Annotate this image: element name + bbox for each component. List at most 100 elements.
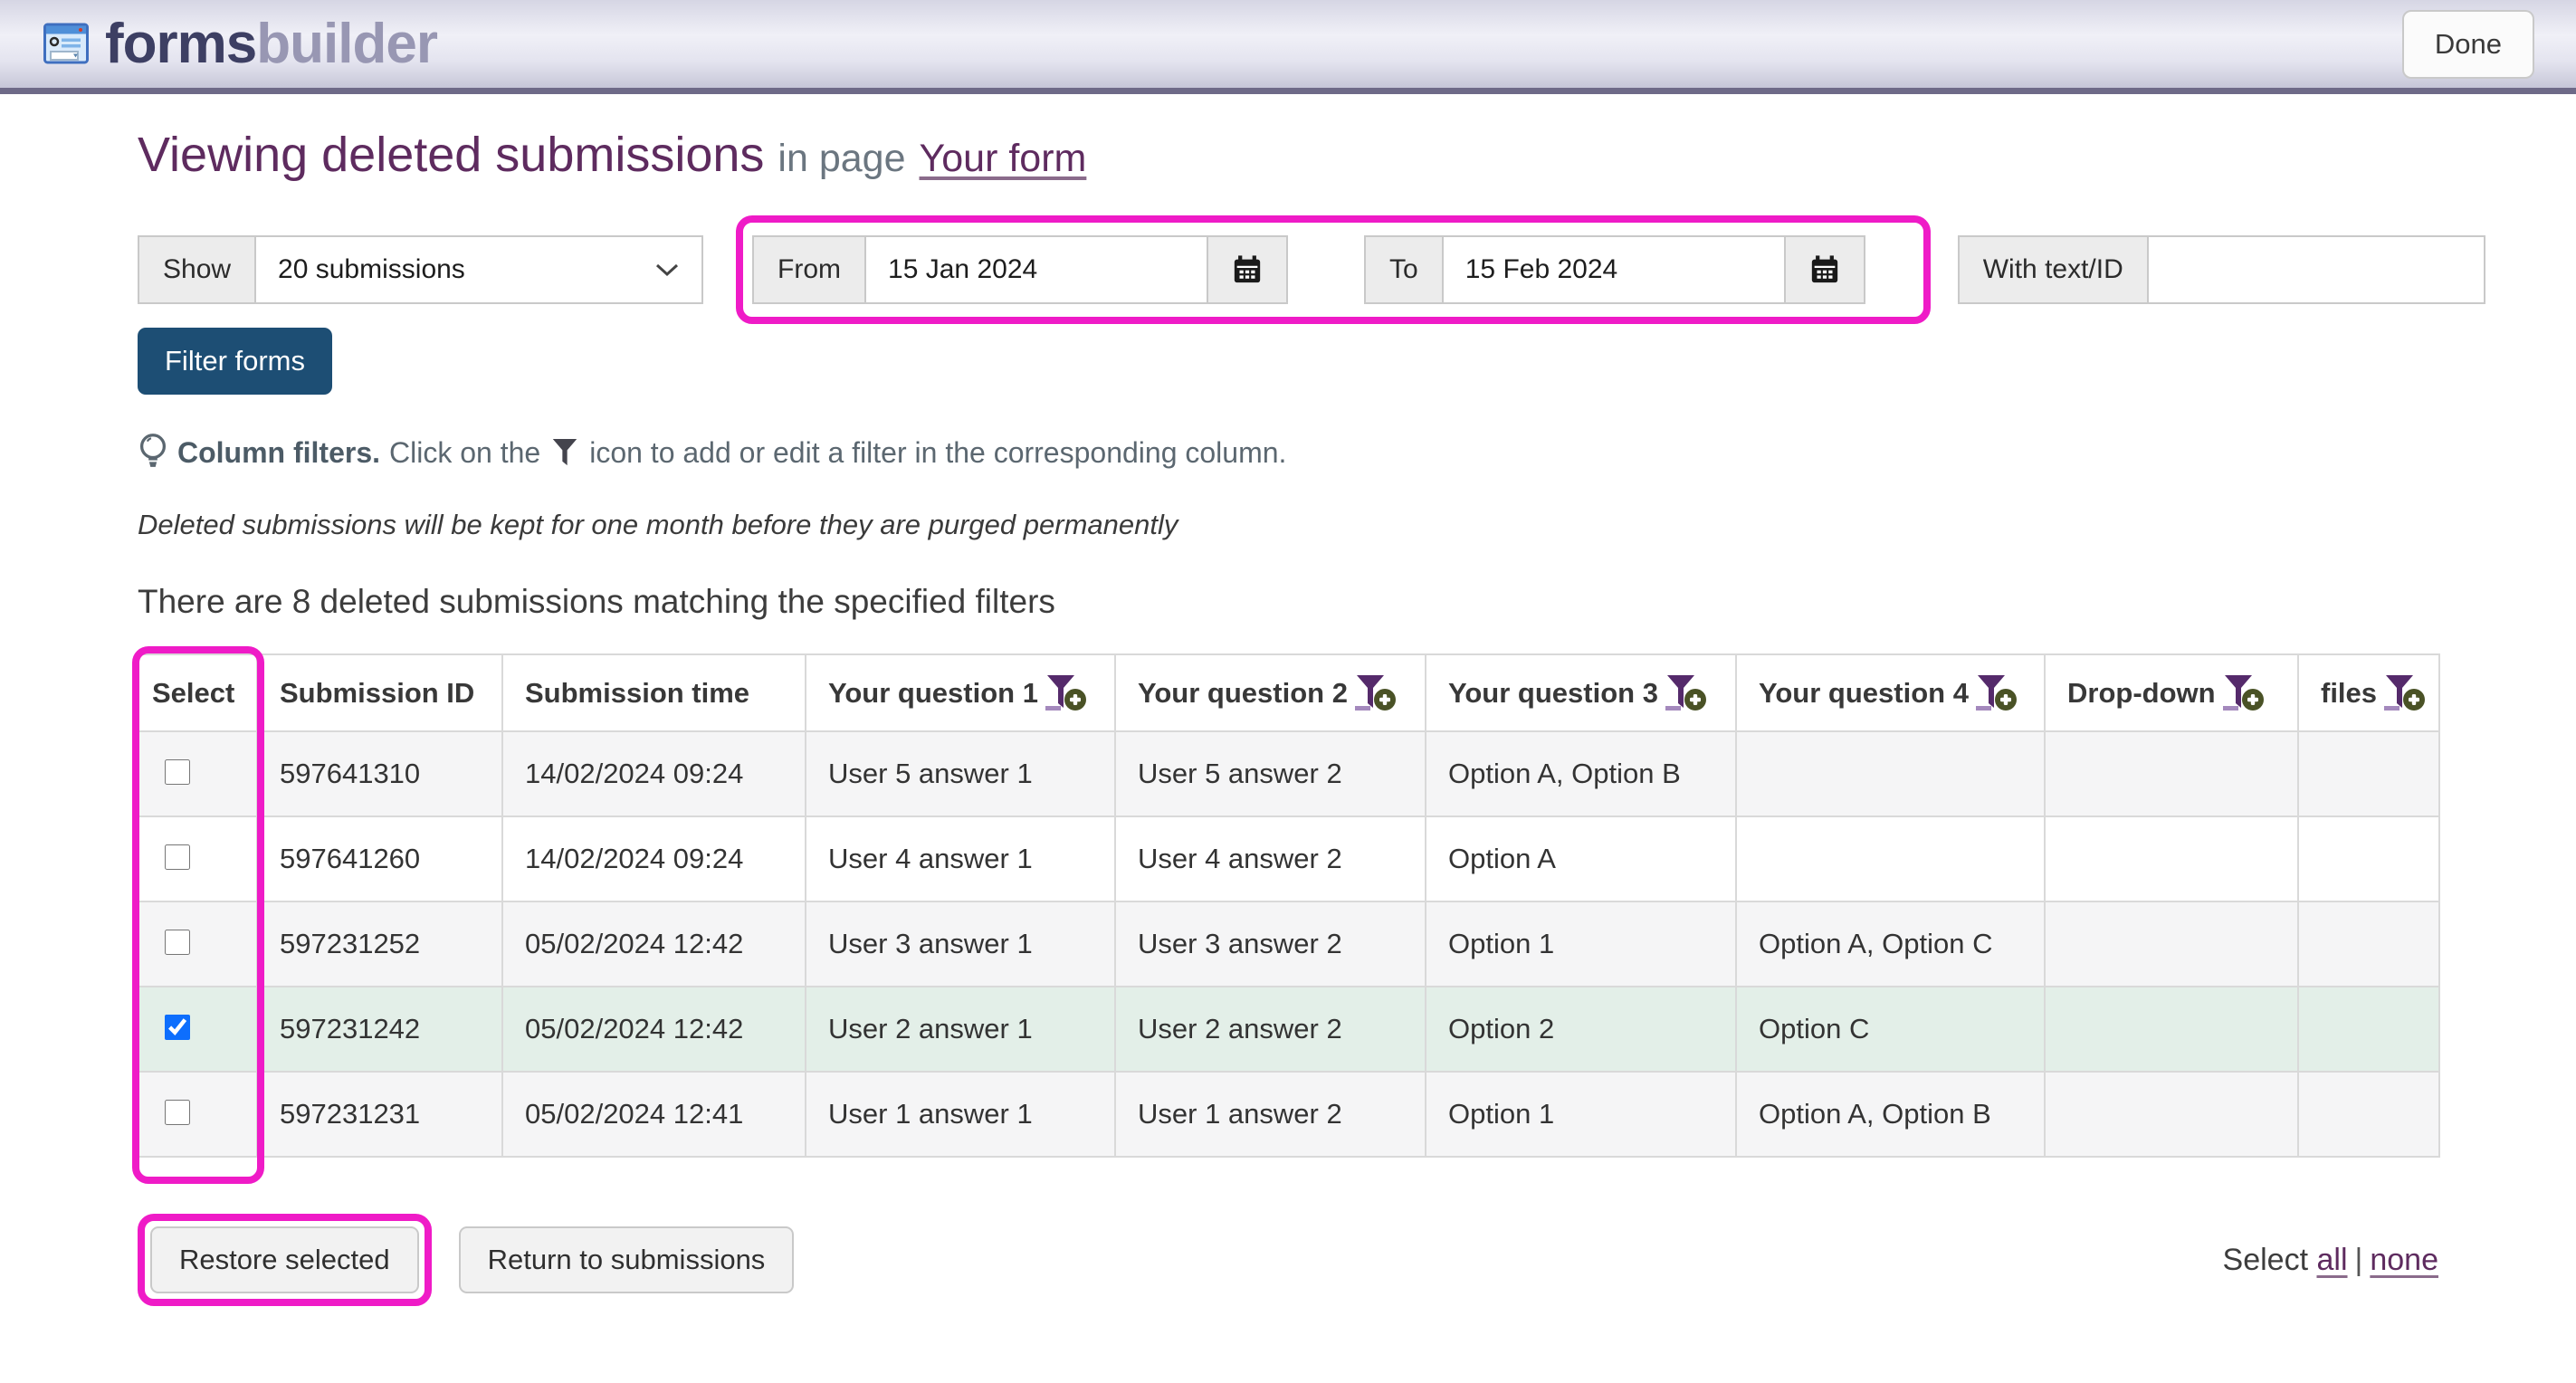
filter-add-icon[interactable]: [2384, 674, 2426, 712]
show-group: Show 20 submissions: [138, 235, 703, 304]
from-date-group: From: [752, 235, 1288, 304]
dropdown-cell: [2045, 816, 2298, 901]
submission-time-cell: 05/02/2024 12:41: [502, 1072, 806, 1157]
from-label: From: [752, 235, 864, 304]
results-count: There are 8 deleted submissions matching…: [138, 583, 2438, 621]
formsbuilder-logo: formsbuilder: [43, 12, 437, 76]
to-calendar-button[interactable]: [1786, 235, 1865, 304]
to-date-input[interactable]: [1442, 235, 1786, 304]
question-4-cell: Option A, Option C: [1736, 901, 2045, 987]
filter-row: Show 20 submissions From: [138, 215, 2438, 324]
to-label: To: [1364, 235, 1442, 304]
question-3-cell: Option A, Option B: [1426, 731, 1736, 816]
app-header: formsbuilder Done: [0, 0, 2576, 94]
question-2-cell: User 2 answer 2: [1115, 987, 1426, 1072]
files-cell: [2298, 901, 2439, 987]
table-row: 59764126014/02/2024 09:24User 4 answer 1…: [138, 816, 2439, 901]
select-all-link[interactable]: all: [2316, 1243, 2347, 1277]
table-row: 59723124205/02/2024 12:42User 2 answer 1…: [138, 987, 2439, 1072]
question-2-cell: User 1 answer 2: [1115, 1072, 1426, 1157]
filter-add-icon[interactable]: [1045, 674, 1087, 712]
submission-time-cell: 14/02/2024 09:24: [502, 731, 806, 816]
show-submissions-select[interactable]: 20 submissions: [254, 235, 703, 304]
filter-add-icon[interactable]: [1355, 674, 1397, 712]
text-id-group: With text/ID: [1958, 235, 2485, 304]
app-title: formsbuilder: [105, 12, 437, 76]
files-cell: [2298, 1072, 2439, 1157]
lightbulb-icon: [138, 433, 168, 472]
filter-add-icon[interactable]: [1976, 674, 2018, 712]
select-cell: [138, 816, 257, 901]
to-date-group: To: [1364, 235, 1865, 304]
question-3-cell: Option A: [1426, 816, 1736, 901]
row-checkbox[interactable]: [165, 1015, 190, 1040]
submission-time-cell: 05/02/2024 12:42: [502, 987, 806, 1072]
formsbuilder-logo-icon: [43, 23, 91, 66]
table-row: 59764131014/02/2024 09:24User 5 answer 1…: [138, 731, 2439, 816]
question-2-cell: User 4 answer 2: [1115, 816, 1426, 901]
select-cell: [138, 731, 257, 816]
hint-pre-text: Click on the: [389, 436, 540, 470]
col-header-submission-id: Submission ID: [257, 654, 502, 731]
col-header-dropdown: Drop-down: [2045, 654, 2298, 731]
dropdown-cell: [2045, 1072, 2298, 1157]
return-to-submissions-button[interactable]: Return to submissions: [459, 1226, 795, 1293]
hint-post-text: icon to add or edit a filter in the corr…: [589, 436, 1286, 470]
text-id-input[interactable]: [2147, 235, 2485, 304]
col-header-question-4: Your question 4: [1736, 654, 2045, 731]
from-date-input[interactable]: [864, 235, 1208, 304]
footer-row: Restore selected Return to submissions S…: [138, 1214, 2438, 1306]
page-title-inpage: in page: [778, 137, 905, 180]
question-4-cell: Option A, Option B: [1736, 1072, 2045, 1157]
col-header-select: Select: [138, 654, 257, 731]
actions-row: Filter forms: [138, 328, 2438, 395]
filter-add-icon[interactable]: [2223, 674, 2265, 712]
submission-id-cell: 597231231: [257, 1072, 502, 1157]
show-label: Show: [138, 235, 254, 304]
page-title-main: Viewing deleted submissions: [138, 128, 764, 182]
separator: |: [2348, 1243, 2371, 1277]
submissions-tbody: 59764131014/02/2024 09:24User 5 answer 1…: [138, 731, 2439, 1157]
question-2-cell: User 5 answer 2: [1115, 731, 1426, 816]
deleted-submissions-table: Select Submission ID Submission time You…: [138, 653, 2440, 1158]
logo-builder-text: builder: [256, 13, 437, 75]
done-button[interactable]: Done: [2402, 10, 2534, 79]
row-checkbox[interactable]: [165, 1100, 190, 1125]
dropdown-cell: [2045, 987, 2298, 1072]
submission-time-cell: 14/02/2024 09:24: [502, 816, 806, 901]
filter-add-icon[interactable]: [1665, 674, 1707, 712]
show-select-value: 20 submissions: [278, 254, 465, 285]
col-header-question-3: Your question 3: [1426, 654, 1736, 731]
submission-id-cell: 597231252: [257, 901, 502, 987]
from-calendar-button[interactable]: [1208, 235, 1288, 304]
question-1-cell: User 5 answer 1: [806, 731, 1115, 816]
filter-forms-button[interactable]: Filter forms: [138, 328, 332, 395]
chevron-down-icon: [654, 262, 680, 278]
question-3-cell: Option 1: [1426, 1072, 1736, 1157]
dropdown-cell: [2045, 731, 2298, 816]
table-row: 59723125205/02/2024 12:42User 3 answer 1…: [138, 901, 2439, 987]
table-row: 59723123105/02/2024 12:41User 1 answer 1…: [138, 1072, 2439, 1157]
filter-funnel-icon: [551, 438, 578, 467]
submission-time-cell: 05/02/2024 12:42: [502, 901, 806, 987]
submission-id-cell: 597641310: [257, 731, 502, 816]
hint-bold-text: Column filters.: [177, 436, 380, 470]
select-none-link[interactable]: none: [2370, 1243, 2438, 1277]
row-checkbox[interactable]: [165, 930, 190, 955]
your-form-link[interactable]: Your form: [920, 137, 1087, 180]
question-4-cell: [1736, 816, 2045, 901]
question-1-cell: User 4 answer 1: [806, 816, 1115, 901]
question-1-cell: User 1 answer 1: [806, 1072, 1115, 1157]
row-checkbox[interactable]: [165, 759, 190, 785]
question-1-cell: User 3 answer 1: [806, 901, 1115, 987]
select-cell: [138, 1072, 257, 1157]
submission-id-cell: 597231242: [257, 987, 502, 1072]
select-cell: [138, 987, 257, 1072]
restore-selected-button[interactable]: Restore selected: [150, 1226, 419, 1293]
select-label: Select: [2223, 1243, 2309, 1277]
dropdown-cell: [2045, 901, 2298, 987]
column-filters-hint: Column filters. Click on the icon to add…: [138, 433, 2438, 472]
col-header-files: files: [2298, 654, 2439, 731]
row-checkbox[interactable]: [165, 844, 190, 870]
submission-id-cell: 597641260: [257, 816, 502, 901]
